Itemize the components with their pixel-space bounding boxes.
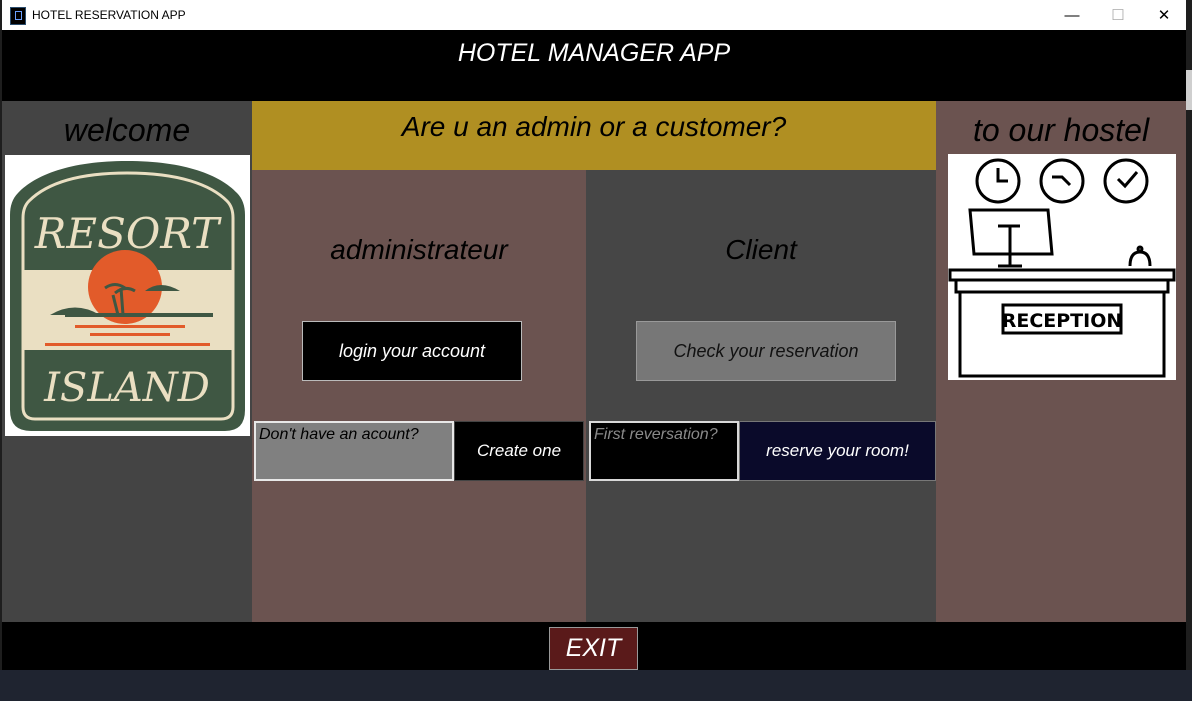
role-question-banner: Are u an admin or a customer? <box>252 101 936 170</box>
create-account-button[interactable]: Create one <box>454 421 584 481</box>
hostel-title: to our hostel <box>972 112 1150 148</box>
resort-island-logo: RESORT ISLAND <box>5 155 250 436</box>
window-title: HOTEL RESERVATION APP <box>32 8 186 22</box>
role-question-text: Are u an admin or a customer? <box>401 111 787 142</box>
login-account-button[interactable]: login your account <box>302 321 522 381</box>
minimize-button[interactable]: — <box>1049 0 1095 30</box>
outer-scrollbar[interactable] <box>1186 70 1192 110</box>
admin-title: administrateur <box>330 234 508 265</box>
logo-word-island: ISLAND <box>43 365 210 411</box>
admin-section: administrateur login your account Don't … <box>252 170 586 622</box>
first-reservation-label: First reversation? <box>589 421 739 481</box>
client-title: Client <box>725 234 797 265</box>
welcome-panel: welcome RESORT ISLAND <box>2 101 252 622</box>
app-icon <box>10 7 26 25</box>
background-editor-strip <box>0 670 1192 701</box>
no-account-label: Don't have an acount? <box>254 421 454 481</box>
maximize-button[interactable]: ☐ <box>1095 0 1141 30</box>
close-button[interactable]: ✕ <box>1141 0 1186 30</box>
exit-button[interactable]: EXIT <box>549 627 638 670</box>
app-title: HOTEL MANAGER APP <box>457 39 731 67</box>
app-header: HOTEL MANAGER APP <box>2 30 1186 101</box>
client-section: Client Check your reservation First reve… <box>586 170 936 622</box>
title-bar: HOTEL RESERVATION APP — ☐ ✕ <box>2 0 1186 30</box>
reception-illustration: RECEPTION <box>948 154 1176 380</box>
footer-bar: EXIT <box>2 622 1186 670</box>
check-reservation-button[interactable]: Check your reservation <box>636 321 896 381</box>
hostel-panel: to our hostel RECEPTION <box>936 101 1186 622</box>
reserve-room-button[interactable]: reserve your room! <box>739 421 936 481</box>
app-window: HOTEL RESERVATION APP — ☐ ✕ HOTEL MANAGE… <box>2 0 1186 670</box>
logo-word-resort: RESORT <box>34 209 222 258</box>
reception-sign-text: RECEPTION <box>1002 310 1123 332</box>
welcome-title: welcome <box>63 112 191 148</box>
